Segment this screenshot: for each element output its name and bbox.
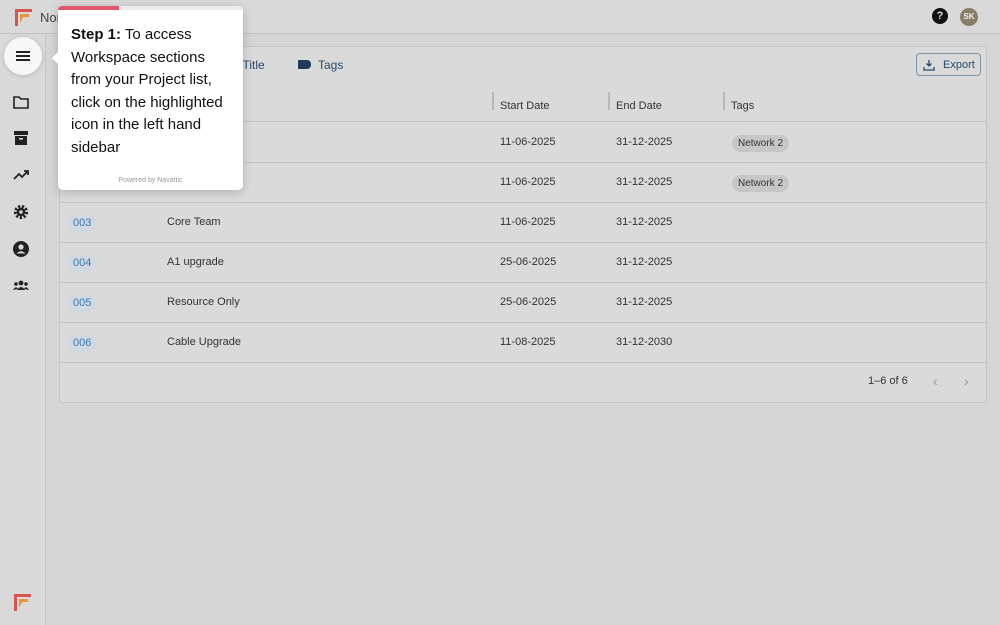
row-end-date: 31-12-2030 <box>616 336 673 348</box>
row-end-date: 31-12-2025 <box>616 256 673 268</box>
folder-icon[interactable] <box>12 93 30 111</box>
tooltip-arrow <box>52 52 58 64</box>
pagination-label: 1–6 of 6 <box>868 375 908 387</box>
archive-icon[interactable] <box>12 129 30 147</box>
trending-icon[interactable] <box>12 166 30 184</box>
row-title: A1 upgrade <box>167 256 224 268</box>
help-icon[interactable]: ? <box>932 8 948 24</box>
row-title: Cable Upgrade <box>167 336 241 348</box>
table-row[interactable]: 004 A1 upgrade 25-06-2025 31-12-2025 <box>60 243 986 283</box>
column-header-tags[interactable]: Tags <box>731 100 754 112</box>
row-id-badge[interactable]: 006 <box>68 335 97 352</box>
powered-by-label[interactable]: Powered by Navattic <box>58 177 243 184</box>
export-button[interactable]: Export <box>916 53 981 76</box>
row-id-badge[interactable]: 005 <box>68 295 97 312</box>
row-id-badge[interactable]: 004 <box>68 255 97 272</box>
menu-icon <box>16 51 30 53</box>
row-start-date: 11-06-2025 <box>500 216 556 228</box>
team-icon[interactable] <box>12 277 30 295</box>
row-tag-badge[interactable]: Network 2 <box>732 175 790 192</box>
chevron-right-icon[interactable]: › <box>964 373 969 389</box>
row-end-date: 31-12-2025 <box>616 176 673 188</box>
column-header-start-date[interactable]: Start Date <box>500 100 550 112</box>
footer-logo <box>14 594 31 611</box>
tour-progress-fill <box>58 6 120 10</box>
column-separator[interactable] <box>608 92 610 110</box>
tag-icon <box>298 60 311 69</box>
row-start-date: 25-06-2025 <box>500 296 557 308</box>
row-tag-badge[interactable]: Network 2 <box>732 135 790 152</box>
gear-icon[interactable] <box>12 203 30 221</box>
row-title: Resource Only <box>167 296 240 308</box>
tooltip-body: To access Workspace sections from your P… <box>71 26 223 156</box>
table-row[interactable]: 005 Resource Only 25-06-2025 31-12-2025 <box>60 283 986 323</box>
row-end-date: 31-12-2025 <box>616 136 673 148</box>
user-icon[interactable] <box>12 240 30 258</box>
row-start-date: 11-06-2025 <box>500 136 556 148</box>
row-start-date: 11-06-2025 <box>500 176 556 188</box>
column-separator[interactable] <box>492 92 494 110</box>
column-separator[interactable] <box>723 92 725 110</box>
row-id-badge[interactable]: 003 <box>68 215 97 232</box>
row-start-date: 11-08-2025 <box>500 336 556 348</box>
app-logo[interactable] <box>15 9 32 26</box>
row-title: Core Team <box>167 216 221 228</box>
walkthrough-tooltip: Step 1: To access Workspace sections fro… <box>52 6 243 190</box>
filter-tags-button[interactable]: Tags <box>318 58 343 72</box>
download-icon <box>923 60 935 71</box>
menu-icon-bar <box>16 59 30 61</box>
avatar[interactable]: SK <box>960 8 978 26</box>
export-label: Export <box>943 59 975 71</box>
menu-icon-bar <box>16 55 30 57</box>
tooltip-text: Step 1: To access Workspace sections fro… <box>71 24 236 159</box>
menu-button[interactable] <box>4 37 42 75</box>
table-row[interactable]: 006 Cable Upgrade 11-08-2025 31-12-2030 <box>60 323 986 363</box>
tour-progress-bar <box>58 6 243 10</box>
row-start-date: 25-06-2025 <box>500 256 557 268</box>
row-end-date: 31-12-2025 <box>616 216 673 228</box>
chevron-left-icon[interactable]: ‹ <box>933 373 938 389</box>
sidebar <box>0 35 46 625</box>
tooltip-step-label: Step 1: <box>71 26 122 43</box>
row-end-date: 31-12-2025 <box>616 296 673 308</box>
table-row[interactable]: 003 Core Team 11-06-2025 31-12-2025 <box>60 203 986 243</box>
column-header-end-date[interactable]: End Date <box>616 100 662 112</box>
